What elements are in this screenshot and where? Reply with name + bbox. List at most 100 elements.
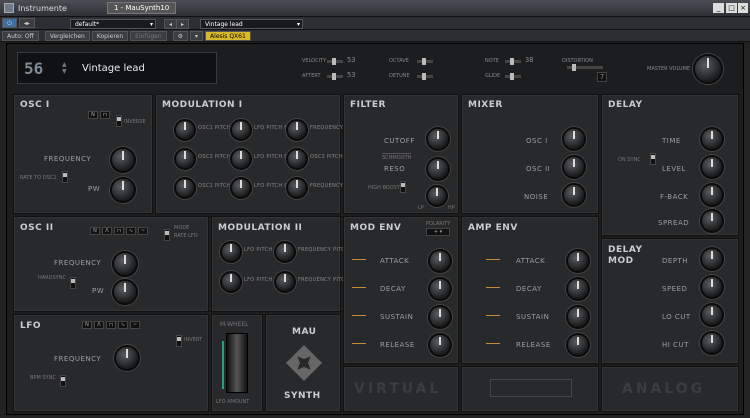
maximize-icon[interactable]: □ [726,3,737,13]
mod-env-attack-knob[interactable] [428,249,452,273]
mod1-knob-9[interactable] [286,177,308,199]
osc2-wave-2[interactable]: Λ [102,227,112,235]
compare-button[interactable]: Vergleichen [44,30,90,41]
next-preset-icon[interactable]: ▸ [176,19,190,29]
mod1-knob-3[interactable] [286,119,308,141]
osc1-pw-knob[interactable] [110,177,136,203]
mixer-osc2-knob[interactable] [562,155,586,179]
detune-slider[interactable] [417,73,433,80]
paste-button[interactable]: Einfügen [130,30,167,41]
lfo-frequency-knob[interactable] [114,345,140,371]
mixer-noise-knob[interactable] [562,183,586,207]
osc2-mode-switch[interactable] [164,229,170,241]
amp-env-panel: AMP ENV ATTACK DECAY SUSTAIN RELEASE [461,216,599,364]
delay-mod-speed-knob[interactable] [700,275,724,299]
osc2-wave-4[interactable]: ∿ [126,227,136,235]
osc1-wave-square[interactable]: ⊓ [100,111,110,119]
osc1-wave-saw[interactable]: N [88,111,98,119]
mod-env-decay-knob[interactable] [428,277,452,301]
mod2-knob-2[interactable] [274,241,296,263]
minimize-icon[interactable]: _ [713,3,724,13]
mod1-knob-5[interactable] [230,148,252,170]
osc2-mode-label: MODE [174,225,190,231]
osc1-rate-switch[interactable] [62,171,68,183]
delay-mod-speed-label: SPEED [662,285,688,293]
copy-button[interactable]: Kopieren [91,30,129,41]
mod-env-polarity-toggle[interactable]: + ▾ [426,228,450,236]
settings-icon[interactable]: ⚙ [172,30,189,41]
delay-mod-depth-knob[interactable] [700,247,724,271]
preset-number: 56 [24,59,44,78]
mod-env-release-knob[interactable] [428,333,452,357]
mod2-knob-3[interactable] [220,271,242,293]
aftertouch-slider[interactable] [327,73,343,80]
chevron-down-icon[interactable]: ▾ [190,30,204,41]
midi-device-button[interactable]: Alesis QX61 [205,30,251,41]
amp-env-attack-knob[interactable] [566,249,590,273]
glide-slider[interactable] [505,73,521,80]
distortion-slider[interactable] [567,64,603,71]
filter-reso-knob[interactable] [426,157,450,181]
osc1-inverse-switch[interactable] [116,115,122,127]
osc2-hardsync-switch[interactable] [70,277,76,289]
lfo-invert-switch[interactable] [176,335,182,347]
note-slider[interactable] [505,58,521,65]
delay-mod-locut-knob[interactable] [700,303,724,327]
lfo-wave-3[interactable]: ⊓ [106,321,116,329]
osc2-pw-knob[interactable] [112,279,138,305]
delay-fback-label: F-BACK [660,193,689,201]
delay-fback-knob[interactable] [700,183,724,207]
close-icon[interactable]: × [738,3,748,13]
osc2-wave-1[interactable]: N [90,227,100,235]
mod-wheel[interactable] [226,333,248,393]
filter-cutoff-knob[interactable] [426,127,450,151]
attack-shape-icon [352,259,366,265]
power-icon[interactable]: ⏻ [2,18,17,28]
delay-mod-hicut-knob[interactable] [700,331,724,355]
lfo-title: LFO [20,321,42,331]
modulation2-title: MODULATION II [218,223,303,233]
osc2-wave-3[interactable]: ⊓ [114,227,124,235]
mod1-knob-6[interactable] [286,148,308,170]
instance-tab[interactable]: 1 - MauSynth10 [106,2,177,14]
octave-slider[interactable] [417,58,433,65]
mod1-knob-7[interactable] [174,177,196,199]
lfo-wave-2[interactable]: Λ [94,321,104,329]
lfo-wave-1[interactable]: N [82,321,92,329]
preset-bank-dropdown[interactable]: default* ▾ [70,19,156,29]
logo-panel: MAU SYNTH [265,314,341,412]
expand-icon[interactable]: ◂▸ [18,18,35,28]
amp-env-sustain-label: SUSTAIN [516,313,550,321]
lfo-wave-5[interactable]: ~ [130,321,140,329]
amp-env-decay-knob[interactable] [566,277,590,301]
lfo-bpm-switch[interactable] [60,375,66,387]
mod2-knob-4[interactable] [274,271,296,293]
delay-sync-switch[interactable] [650,153,656,165]
filter-highboost-switch[interactable] [400,181,406,193]
delay-level-knob[interactable] [700,155,724,179]
mod2-knob-1[interactable] [220,241,242,263]
note-label: NOTE [485,58,499,64]
mod-env-polarity-label: POLARITY [426,221,451,227]
amp-env-release-knob[interactable] [566,333,590,357]
delay-time-knob[interactable] [700,127,724,151]
preset-name-dropdown[interactable]: Vintage lead ▾ [200,19,303,29]
mod1-knob-8[interactable] [230,177,252,199]
delay-spread-knob[interactable] [700,209,724,233]
velocity-slider[interactable] [327,58,343,65]
osc2-frequency-knob[interactable] [112,251,138,277]
osc2-wave-5[interactable]: ~ [138,227,148,235]
auto-button[interactable]: Auto: Off [2,30,39,41]
osc1-frequency-knob[interactable] [110,147,136,173]
mod-env-sustain-knob[interactable] [428,305,452,329]
mixer-osc1-knob[interactable] [562,127,586,151]
updown-arrows-icon[interactable]: ▲ ▼ [62,61,67,75]
mod1-knob-4[interactable] [174,148,196,170]
mod1-knob-2[interactable] [230,119,252,141]
filter-lphp-knob[interactable] [426,185,448,207]
lfo-wave-4[interactable]: ∿ [118,321,128,329]
master-volume-knob[interactable] [693,54,723,84]
mwheel-level-bar [222,341,224,389]
mod1-knob-1[interactable] [174,119,196,141]
amp-env-sustain-knob[interactable] [566,305,590,329]
